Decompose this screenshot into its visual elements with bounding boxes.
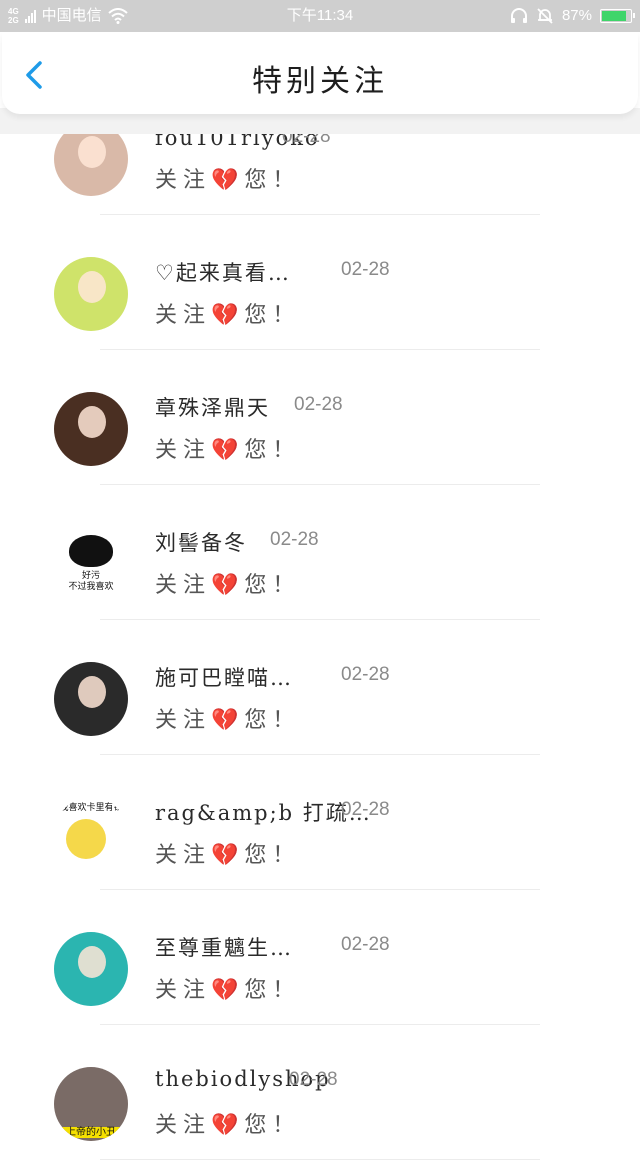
contact-name: 刘髻备冬 — [155, 531, 247, 555]
avatar[interactable] — [54, 257, 128, 331]
contact-name: 施可巴瞠喵… — [155, 666, 293, 690]
list-item[interactable]: 施可巴瞠喵… 02-28 关注💔您！ — [0, 634, 640, 769]
message-preview: 关注💔您！ — [155, 438, 301, 463]
list-item[interactable]: 至尊重魑生… 02-28 关注💔您！ — [0, 904, 640, 1039]
battery-icon — [600, 9, 635, 23]
row-divider — [100, 754, 540, 755]
row-divider — [100, 619, 540, 620]
message-preview: 关注💔您！ — [155, 168, 301, 193]
list-item[interactable]: 好污 不过我喜欢 刘髻备冬 02-28 关注💔您！ — [0, 499, 640, 634]
list-item[interactable]: 上帝的小丑 thebiodlyshop 02-28 关注💔您！ — [0, 1039, 640, 1174]
contact-name: ♡起来真看… — [155, 261, 291, 285]
row-divider — [100, 889, 540, 890]
message-date: 02-28 — [341, 664, 390, 685]
avatar-caption: 好污 不过我喜欢 — [68, 571, 114, 592]
message-date: 02-28 — [270, 529, 319, 550]
message-preview: 关注💔您！ — [155, 978, 301, 1003]
message-preview: 关注💔您！ — [155, 303, 301, 328]
avatar-caption: 上帝的小丑 — [54, 1127, 128, 1138]
avatar[interactable]: 好污 不过我喜欢 — [54, 527, 128, 601]
row-divider — [100, 349, 540, 350]
message-preview: 关注💔您！ — [155, 843, 301, 868]
row-divider — [100, 1159, 540, 1160]
message-date: 02-28 — [341, 259, 390, 280]
battery-percent: 87% — [561, 7, 592, 24]
mute-bell-icon — [537, 8, 553, 24]
page-title: 特别关注 — [252, 64, 388, 99]
message-preview: 关注💔您！ — [155, 1113, 301, 1138]
message-date: 02-28 — [341, 799, 390, 820]
avatar[interactable] — [54, 392, 128, 466]
message-date: 02-28 — [294, 394, 343, 415]
message-preview: 关注💔您！ — [155, 708, 301, 733]
row-divider — [100, 214, 540, 215]
header-bar: 特别关注 — [2, 32, 638, 114]
contact-name: 章殊泽鼎天 — [155, 396, 270, 420]
message-date: 02-28 — [341, 934, 390, 955]
status-right: 87% — [510, 0, 635, 32]
row-divider — [100, 1024, 540, 1025]
message-date: 02-28 — [289, 1069, 338, 1090]
list-item[interactable]: 我喜欢卡里有钱 rag&amp;b 打疏… 02-28 关注💔您！ — [0, 769, 640, 904]
headphones-icon — [510, 8, 527, 23]
status-bar: 4G 2G 中国电信 下午11:34 87% — [0, 0, 640, 32]
list-item[interactable]: ♡起来真看… 02-28 关注💔您！ — [0, 229, 640, 364]
contact-name: 至尊重魑生… — [155, 936, 293, 960]
avatar[interactable]: 上帝的小丑 — [54, 1067, 128, 1141]
avatar[interactable]: 我喜欢卡里有钱 — [54, 797, 128, 871]
message-preview: 关注💔您！ — [155, 573, 301, 598]
avatar[interactable] — [54, 932, 128, 1006]
row-divider — [100, 484, 540, 485]
list-item[interactable]: 章殊泽鼎天 02-28 关注💔您！ — [0, 364, 640, 499]
contact-name: rag&amp;b 打疏… — [155, 801, 372, 825]
avatar[interactable] — [54, 662, 128, 736]
avatar-caption: 我喜欢卡里有钱 — [59, 803, 123, 813]
